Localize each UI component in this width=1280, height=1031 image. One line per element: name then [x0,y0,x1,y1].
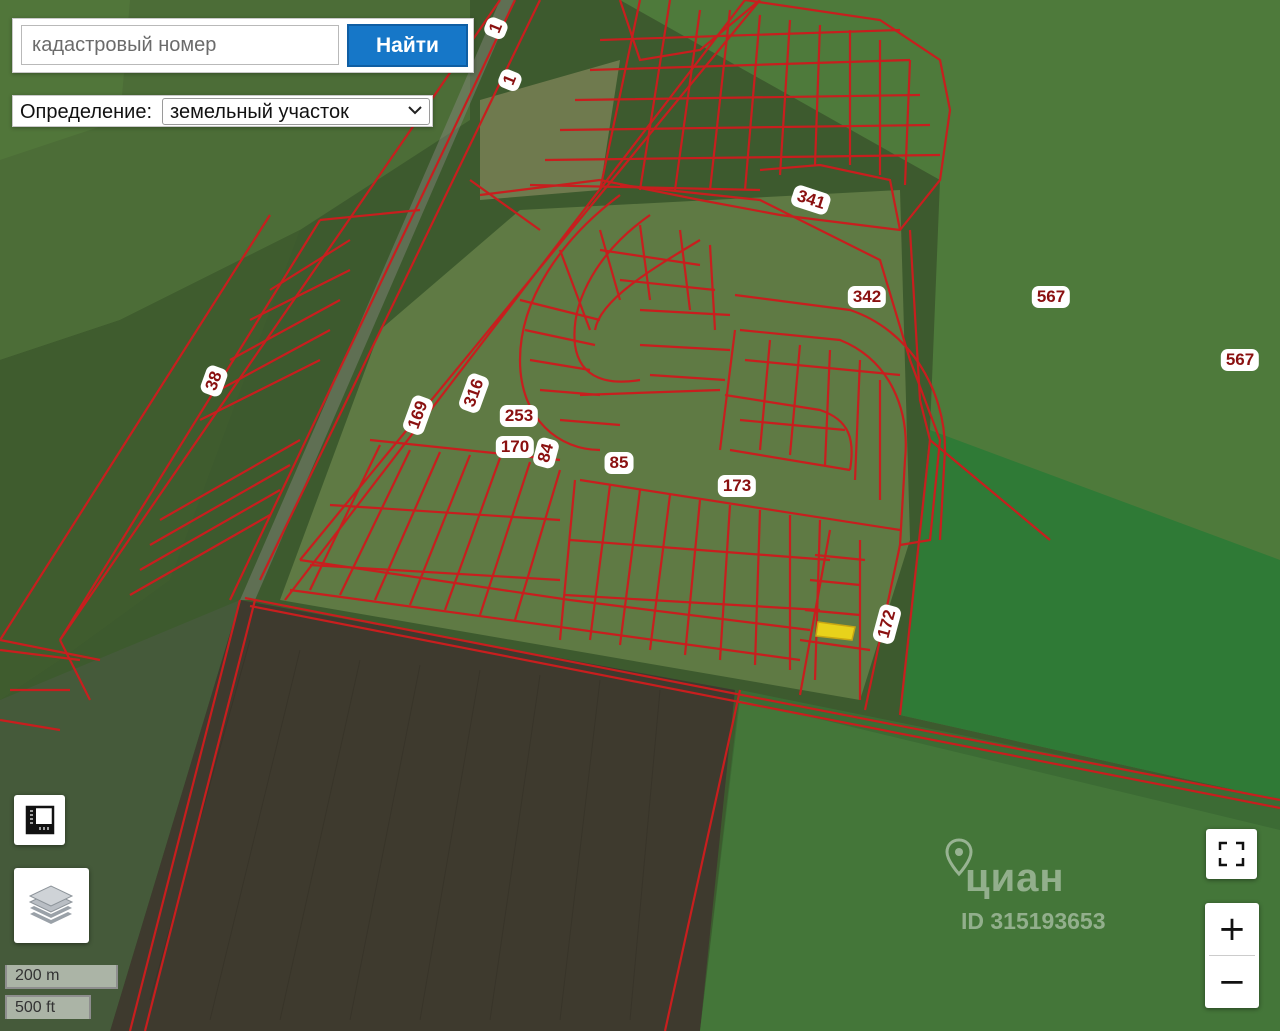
definition-label: Определение: [20,101,153,123]
ruler-icon [25,805,55,835]
scale-bar-metric: 200 m [5,965,118,989]
scale-bar-imperial: 500 ft [5,995,91,1019]
definition-select[interactable]: земельный участок [162,98,430,125]
measure-button[interactable] [14,795,65,845]
map-layer [0,0,1280,1031]
parcel-label: 342 [847,286,887,308]
zoom-in-button[interactable]: + [1205,903,1259,955]
zoom-control: + − [1205,903,1259,1008]
layers-icon [28,885,74,924]
parcel-label: 170 [495,436,535,458]
definition-selected-value: земельный участок [170,101,349,123]
parcel-label: 85 [604,452,634,474]
search-panel: Найти [12,18,474,73]
zoom-out-button[interactable]: − [1205,956,1259,1008]
parcel-label: 567 [1031,286,1071,308]
layers-button[interactable] [14,868,89,943]
definition-panel: Определение: земельный участок [12,95,433,127]
cadastral-search-input[interactable] [21,25,339,65]
search-button[interactable]: Найти [347,24,468,67]
fullscreen-button[interactable] [1206,829,1257,879]
fullscreen-icon [1218,841,1245,867]
chevron-down-icon [408,106,422,115]
parcel-label: 173 [717,475,757,497]
parcel-label: 253 [499,405,539,427]
satellite-map[interactable]: 1 1 341 342 567 567 38 169 316 253 170 8… [0,0,1280,1031]
parcel-label: 567 [1220,349,1260,371]
